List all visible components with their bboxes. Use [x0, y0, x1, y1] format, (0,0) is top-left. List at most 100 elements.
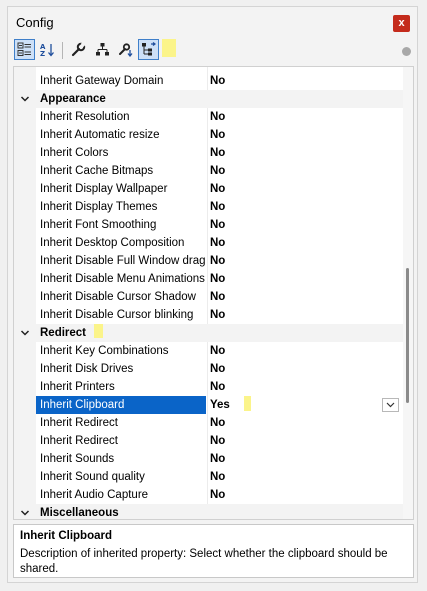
toolbar-separator [62, 42, 63, 59]
property-row[interactable]: Inherit Printers No [14, 378, 404, 396]
property-row[interactable]: Inherit Disable Cursor Shadow No [14, 288, 404, 306]
category-label: Miscellaneous [40, 507, 119, 519]
scrollbar-thumb[interactable] [406, 268, 409, 403]
property-row[interactable]: Inherit Sounds No [14, 450, 404, 468]
value-dropdown-button[interactable] [382, 398, 399, 412]
property-row[interactable]: Inherit Display Wallpaper No [14, 180, 404, 198]
property-name: Inherit Disable Full Window drag [40, 255, 206, 267]
property-row[interactable]: Inherit Gateway Domain No [14, 72, 404, 90]
property-name: Inherit Disk Drives [40, 363, 134, 375]
wrench-button[interactable] [68, 39, 89, 60]
property-name: Inherit Audio Capture [40, 489, 149, 501]
property-row[interactable]: Inherit Key Combinations No [14, 342, 404, 360]
title-bar: Config x [8, 7, 417, 37]
property-name: Inherit Display Themes [40, 201, 158, 213]
highlight-marker [162, 39, 176, 57]
property-name: Inherit Redirect [40, 435, 118, 447]
property-name: Inherit Resolution [40, 111, 130, 123]
svg-text:Z: Z [40, 50, 45, 57]
property-name: Inherit Automatic resize [40, 129, 160, 141]
category-row[interactable]: Redirect [14, 324, 404, 342]
property-value[interactable]: No [210, 235, 225, 251]
highlight-marker-redirect [94, 324, 103, 338]
property-value[interactable]: No [210, 163, 225, 179]
inherit-hierarchy-icon [142, 42, 156, 56]
property-value[interactable]: No [210, 253, 225, 269]
property-row[interactable]: Inherit Cache Bitmaps No [14, 162, 404, 180]
property-value[interactable]: No [210, 307, 225, 323]
property-row[interactable]: Inherit Disable Menu Animations No [14, 270, 404, 288]
property-row[interactable]: Inherit Automatic resize No [14, 126, 404, 144]
property-row[interactable]: Inherit Clipboard Yes [14, 396, 404, 414]
property-value[interactable]: No [210, 199, 225, 215]
property-value[interactable]: No [210, 145, 225, 161]
property-name: Inherit Display Wallpaper [40, 183, 168, 195]
property-name: Inherit Font Smoothing [40, 219, 157, 231]
categorized-view-icon [17, 42, 31, 56]
property-row[interactable]: Inherit Redirect No [14, 432, 404, 450]
property-value[interactable]: No [210, 343, 225, 359]
description-title: Inherit Clipboard [20, 530, 112, 542]
property-row[interactable]: Inherit Redirect No [14, 414, 404, 432]
description-panel: Inherit Clipboard Description of inherit… [13, 524, 414, 578]
property-name: Inherit Sounds [40, 453, 115, 465]
property-row[interactable]: Inherit Font Smoothing No [14, 216, 404, 234]
property-value[interactable]: No [210, 109, 225, 125]
window-title: Config [16, 15, 54, 30]
category-label: Appearance [40, 93, 106, 105]
sort-alphabetical-button[interactable]: A Z [37, 39, 58, 60]
property-row[interactable]: Inherit Desktop Composition No [14, 234, 404, 252]
highlight-marker-clipboard [244, 396, 251, 411]
chevron-down-icon[interactable] [20, 326, 30, 340]
property-name: Inherit Gateway Domain [40, 75, 164, 87]
property-name: Inherit Key Combinations [40, 345, 169, 357]
property-name: Inherit Disable Cursor blinking [40, 309, 194, 321]
property-row[interactable]: Inherit Disk Drives No [14, 360, 404, 378]
property-value[interactable]: No [210, 271, 225, 287]
chevron-down-icon [386, 402, 395, 408]
property-value[interactable]: No [210, 181, 225, 197]
close-button[interactable]: x [393, 15, 410, 32]
property-name: Inherit Clipboard [40, 399, 125, 411]
property-value[interactable]: No [210, 73, 225, 89]
property-value[interactable]: No [210, 451, 225, 467]
wrench-icon [71, 42, 86, 57]
property-row[interactable]: Inherit Colors No [14, 144, 404, 162]
property-name: Inherit Cache Bitmaps [40, 165, 154, 177]
property-value[interactable]: No [210, 379, 225, 395]
hierarchy-button[interactable] [92, 39, 113, 60]
chevron-down-icon[interactable] [20, 506, 30, 519]
toolbar: A Z [8, 38, 417, 62]
property-row[interactable]: Inherit Audio Capture No [14, 486, 404, 504]
wrench-arrow-button[interactable] [115, 39, 136, 60]
property-row[interactable]: Inherit Sound quality No [14, 468, 404, 486]
chevron-down-icon[interactable] [20, 92, 30, 106]
categorized-view-button[interactable] [14, 39, 35, 60]
property-value[interactable]: No [210, 487, 225, 503]
config-window: Config x A Z Inherit Gateway Domain No A… [7, 6, 418, 583]
property-value[interactable]: No [210, 415, 225, 431]
property-value[interactable]: No [210, 433, 225, 449]
inherit-hierarchy-button[interactable] [138, 39, 159, 60]
property-name: Inherit Desktop Composition [40, 237, 185, 249]
property-name: Inherit Printers [40, 381, 115, 393]
property-value[interactable]: No [210, 289, 225, 305]
category-row[interactable]: Appearance [14, 90, 404, 108]
property-value[interactable]: No [210, 127, 225, 143]
property-name: Inherit Colors [40, 147, 109, 159]
property-row[interactable]: Inherit Disable Cursor blinking No [14, 306, 404, 324]
property-grid: Inherit Gateway Domain No Appearance Inheri… [13, 66, 414, 520]
property-value[interactable]: Yes [210, 397, 230, 413]
vertical-scrollbar[interactable] [403, 67, 413, 519]
property-row[interactable]: Inherit Disable Full Window drag No [14, 252, 404, 270]
property-value[interactable]: No [210, 361, 225, 377]
description-text: Description of inherited property: Selec… [20, 548, 388, 575]
property-value[interactable]: No [210, 469, 225, 485]
property-row[interactable]: Inherit Resolution No [14, 108, 404, 126]
property-row[interactable]: Inherit Display Themes No [14, 198, 404, 216]
category-label: Redirect [40, 327, 87, 339]
property-value[interactable]: No [210, 217, 225, 233]
category-row[interactable]: Miscellaneous [14, 504, 404, 519]
property-name: Inherit Redirect [40, 417, 118, 429]
property-name: Inherit Disable Cursor Shadow [40, 291, 196, 303]
